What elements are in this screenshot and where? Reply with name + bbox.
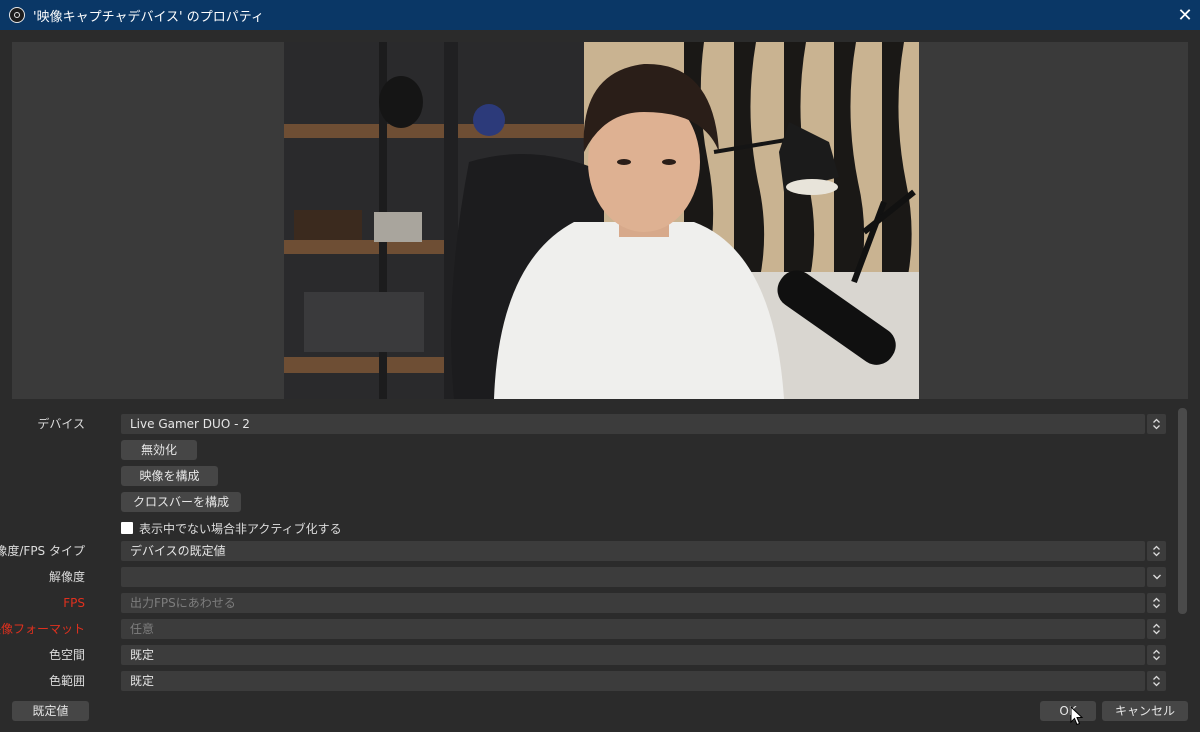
resolution-row: 解像度 [0,567,1170,587]
camera-preview-image [284,42,919,399]
updown-chevron-icon [1153,597,1160,609]
mouse-cursor-icon [1070,706,1084,726]
resolution-dropdown[interactable] [1147,567,1166,587]
fps-combobox[interactable]: 出力FPSにあわせる [121,593,1145,613]
color-space-row: 色空間 既定 [0,645,1170,665]
color-range-label: 色範囲 [48,674,85,688]
fps-spinner[interactable] [1147,593,1166,613]
res-fps-type-row: 解像度/FPS タイプ デバイスの既定値 [0,541,1170,561]
updown-chevron-icon [1153,675,1160,687]
res-fps-type-combobox[interactable]: デバイスの既定値 [121,541,1145,561]
chevron-down-icon [1152,574,1161,580]
device-combobox[interactable]: Live Gamer DUO - 2 [121,414,1145,434]
ok-button[interactable]: OK [1040,701,1096,721]
video-format-row: 映像フォーマット 任意 [0,619,1170,639]
resolution-label: 解像度 [48,570,85,584]
fps-row: FPS 出力FPSにあわせる [0,593,1170,613]
device-spinner[interactable] [1147,414,1166,434]
color-space-spinner[interactable] [1147,645,1166,665]
cancel-button[interactable]: キャンセル [1102,701,1188,721]
updown-chevron-icon [1153,649,1160,661]
fps-label: FPS [63,596,85,610]
color-space-combobox[interactable]: 既定 [121,645,1145,665]
close-button[interactable]: ✕ [1170,0,1200,30]
video-format-combobox[interactable]: 任意 [121,619,1145,639]
vertical-scrollbar[interactable] [1178,408,1187,614]
defaults-button[interactable]: 既定値 [12,701,89,721]
color-range-row: 色範囲 既定 [0,671,1170,691]
source-preview [12,42,1188,399]
deactivate-button[interactable]: 無効化 [121,440,197,460]
webcam-scene-illustration [284,42,919,399]
title-bar: '映像キャプチャデバイス' のプロパティ ✕ [0,0,1200,30]
color-range-spinner[interactable] [1147,671,1166,691]
color-space-label: 色空間 [48,648,85,662]
deactivate-when-hidden-label: 表示中でない場合非アクティブ化する [139,521,342,536]
obs-app-icon [9,7,25,23]
updown-chevron-icon [1153,545,1160,557]
video-format-spinner[interactable] [1147,619,1166,639]
color-range-combobox[interactable]: 既定 [121,671,1145,691]
res-fps-type-spinner[interactable] [1147,541,1166,561]
updown-chevron-icon [1153,418,1160,430]
window-title: '映像キャプチャデバイス' のプロパティ [33,9,264,25]
resolution-combobox[interactable] [121,567,1145,587]
close-icon: ✕ [1177,4,1193,26]
device-label: デバイス [37,417,85,431]
configure-crossbar-button[interactable]: クロスバーを構成 [121,492,241,512]
configure-video-button[interactable]: 映像を構成 [121,466,218,486]
properties-form: デバイス Live Gamer DUO - 2 無効化 映像を構成 クロスバーを… [0,406,1200,696]
deactivate-when-hidden-checkbox[interactable] [121,522,133,534]
res-fps-type-label: 解像度/FPS タイプ [0,544,85,558]
updown-chevron-icon [1153,623,1160,635]
deactivate-when-hidden-row[interactable]: 表示中でない場合非アクティブ化する [121,518,342,538]
device-row: デバイス Live Gamer DUO - 2 [0,414,1170,434]
video-format-label: 映像フォーマット [0,622,85,636]
